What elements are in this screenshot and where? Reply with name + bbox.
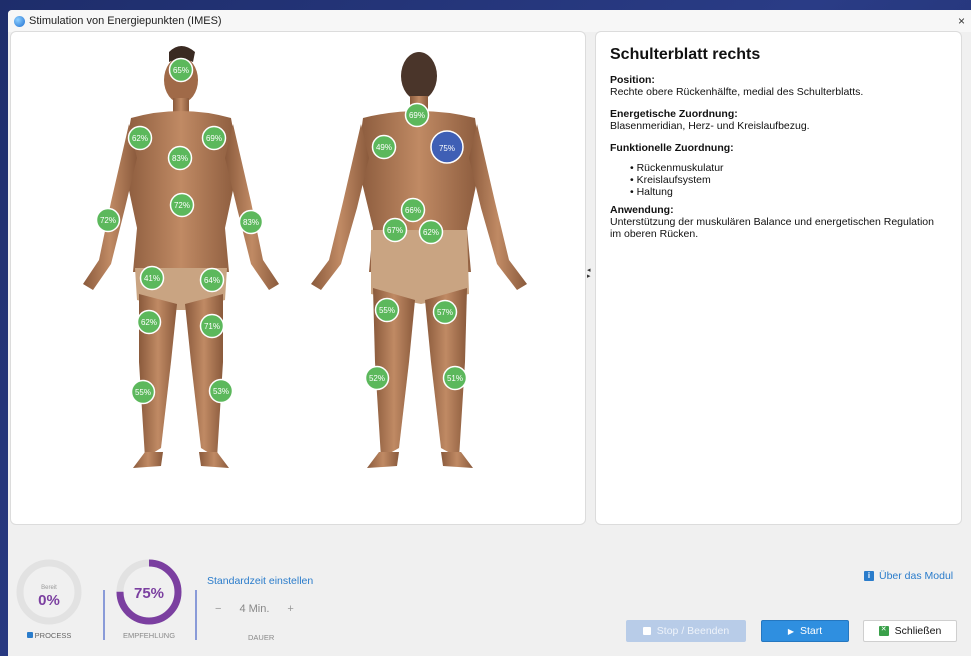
energy-point-value: 83% xyxy=(172,154,188,163)
energy-point-front-5[interactable]: 72% xyxy=(169,192,195,218)
energy-point-value: 75% xyxy=(439,144,455,153)
energy-point-front-4[interactable]: 83% xyxy=(167,145,193,171)
energy-point-front-13[interactable]: 53% xyxy=(208,378,234,404)
energy-point-value: 62% xyxy=(141,318,157,327)
energy-point-value: 67% xyxy=(387,226,403,235)
process-state: Bereit xyxy=(41,585,57,591)
app-icon xyxy=(14,15,25,27)
list-item: Rückenmuskulatur xyxy=(630,162,947,174)
energy-point-value: 83% xyxy=(243,218,259,227)
function-list: Rückenmuskulatur Kreislaufsystem Haltung xyxy=(630,162,947,198)
close-label: Schließen xyxy=(894,625,942,637)
energy-point-front-3[interactable]: 69% xyxy=(201,125,227,151)
energy-point-back-1[interactable]: 69% xyxy=(404,102,430,128)
energy-point-back-3[interactable]: 75% xyxy=(430,130,464,164)
energy-text: Blasenmeridian, Herz- und Kreislaufbezug… xyxy=(610,120,810,132)
energy-point-back-7[interactable]: 55% xyxy=(374,297,400,323)
energy-heading: Energetische Zuordnung: xyxy=(610,108,738,120)
duration-minus-button[interactable]: − xyxy=(215,603,221,615)
divider xyxy=(103,590,105,640)
energy-point-value: 72% xyxy=(100,216,116,225)
energy-point-back-4[interactable]: 66% xyxy=(400,197,426,223)
duration-plus-button[interactable]: + xyxy=(287,603,293,615)
process-label-text: PROCESS xyxy=(34,631,72,640)
energy-point-value: 69% xyxy=(409,111,425,120)
info-icon: i xyxy=(864,571,874,581)
energy-point-back-10[interactable]: 51% xyxy=(442,365,468,391)
about-module-label: Über das Modul xyxy=(879,570,954,582)
energy-point-value: 69% xyxy=(206,134,222,143)
close-window-icon[interactable]: × xyxy=(958,14,965,28)
play-icon: ▶ xyxy=(787,626,794,636)
recommendation-value: 75% xyxy=(133,585,165,602)
process-value: 0% xyxy=(38,592,60,609)
energy-point-value: 53% xyxy=(213,387,229,396)
energy-point-value: 66% xyxy=(405,206,421,215)
panel-splitter[interactable]: ◂ ▸ xyxy=(587,267,593,280)
stop-label: Stop / Beenden xyxy=(656,625,730,637)
recommendation-label: EMPFEHLUNG xyxy=(122,631,176,640)
energy-point-value: 65% xyxy=(173,66,189,75)
energy-point-value: 55% xyxy=(135,388,151,397)
energy-point-value: 57% xyxy=(437,308,453,317)
energy-point-value: 51% xyxy=(447,374,463,383)
energy-point-back-2[interactable]: 49% xyxy=(371,134,397,160)
duration-stepper: − 4 Min. + xyxy=(215,603,294,615)
energy-point-value: 41% xyxy=(144,274,160,283)
start-button[interactable]: ▶ Start xyxy=(761,620,849,642)
list-item: Kreislaufsystem xyxy=(630,174,947,186)
energy-point-front-12[interactable]: 55% xyxy=(130,379,156,405)
energy-point-front-6[interactable]: 72% xyxy=(95,207,121,233)
energy-point-value: 71% xyxy=(204,322,220,331)
list-item: Haltung xyxy=(630,186,947,198)
energy-point-back-8[interactable]: 57% xyxy=(432,299,458,325)
start-label: Start xyxy=(799,625,823,637)
usage-text: Unterstützung der muskulären Balance und… xyxy=(610,216,934,240)
divider xyxy=(195,590,197,640)
energy-point-value: 62% xyxy=(423,228,439,237)
energy-point-front-1[interactable]: 65% xyxy=(168,57,194,83)
process-label: PROCESS xyxy=(9,631,89,640)
energy-point-front-9[interactable]: 64% xyxy=(199,267,225,293)
energy-point-value: 72% xyxy=(174,201,190,210)
energy-point-value: 49% xyxy=(376,143,392,152)
energy-point-back-5[interactable]: 67% xyxy=(382,217,408,243)
energy-point-value: 62% xyxy=(132,134,148,143)
energy-point-value: 55% xyxy=(379,306,395,315)
position-text: Rechte obere Rückenhälfte, medial des Sc… xyxy=(610,86,864,98)
energy-point-value: 52% xyxy=(369,374,385,383)
detail-title: Schulterblatt rechts xyxy=(610,46,761,63)
energy-point-front-10[interactable]: 62% xyxy=(136,309,162,335)
energy-point-value: 64% xyxy=(204,276,220,285)
close-icon: ✕ xyxy=(878,626,889,636)
energy-point-front-11[interactable]: 71% xyxy=(199,313,225,339)
close-button[interactable]: ✕ Schließen xyxy=(863,620,957,642)
window-title: Stimulation von Energiepunkten (IMES) xyxy=(29,15,222,27)
duration-value: 4 Min. xyxy=(239,603,270,615)
titlebar: Stimulation von Energiepunkten (IMES) × xyxy=(8,10,971,32)
front-figure xyxy=(83,46,279,468)
process-icon xyxy=(26,632,33,638)
stop-icon xyxy=(642,627,651,635)
stop-button[interactable]: Stop / Beenden xyxy=(626,620,746,642)
position-heading: Position: xyxy=(610,74,655,86)
point-detail-panel: Schulterblatt rechts Position: Rechte ob… xyxy=(595,31,962,525)
body-map-panel: 65% 62% 69% 83% 72% 72% 83% 41% 64% 62% 71% 55% 53% … xyxy=(10,31,586,525)
usage-heading: Anwendung: xyxy=(610,204,674,216)
function-heading: Funktionelle Zuordnung: xyxy=(610,142,734,154)
energy-point-back-9[interactable]: 52% xyxy=(364,365,390,391)
duration-label: DAUER xyxy=(248,633,275,642)
energy-point-front-7[interactable]: 83% xyxy=(238,209,264,235)
energy-point-front-2[interactable]: 62% xyxy=(127,125,153,151)
energy-point-back-6[interactable]: 62% xyxy=(418,219,444,245)
body-figures: 65%62% 69%83%72%72% 83%41% 64%62% 71%55% 53% … xyxy=(83,46,527,468)
about-module-link[interactable]: i Über das Modul xyxy=(864,570,953,582)
set-standard-time-link[interactable]: Standardzeit einstellen xyxy=(207,575,313,587)
energy-point-front-8[interactable]: 41% xyxy=(139,265,165,291)
